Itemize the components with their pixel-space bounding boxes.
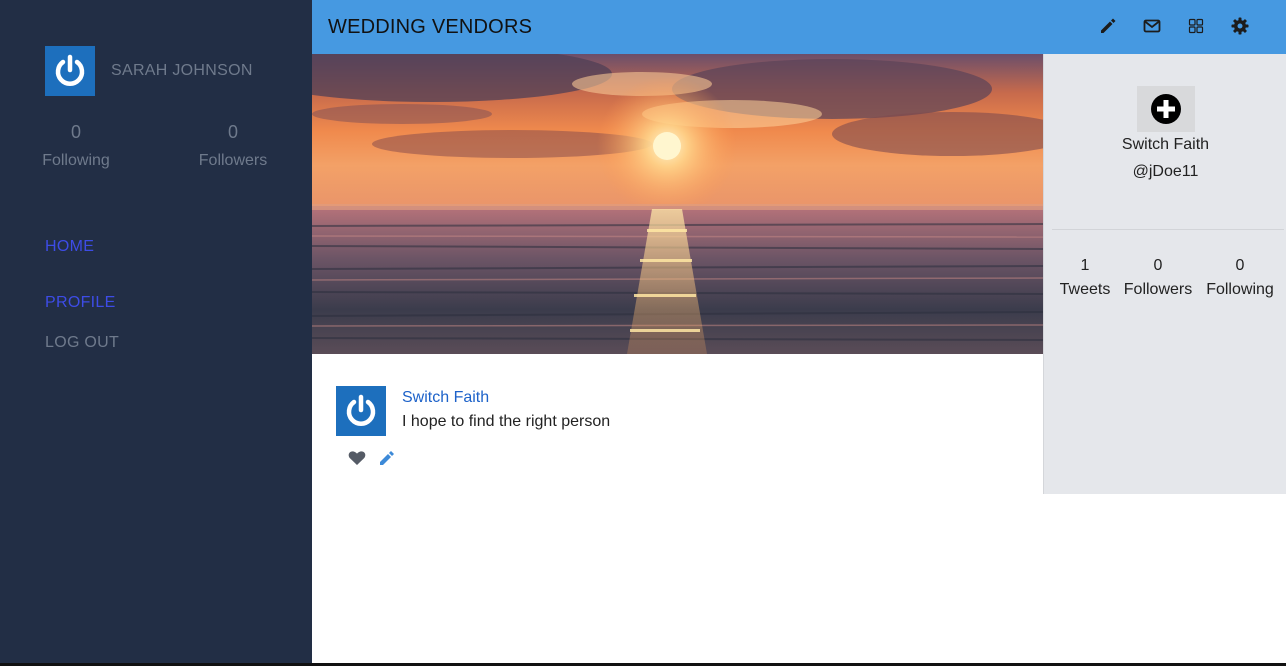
mail-icon[interactable]: [1142, 16, 1162, 36]
sidebar-following-stat[interactable]: 0 Following: [16, 122, 136, 170]
gear-icon[interactable]: [1230, 16, 1250, 36]
nav-logout-link[interactable]: LOG OUT: [45, 334, 119, 352]
followers-count: 0: [227, 122, 238, 142]
grid-icon[interactable]: [1186, 16, 1206, 36]
top-bar: WEDDING VENDORS: [312, 0, 1286, 54]
cover-banner-image: [312, 54, 1043, 354]
tweets-label: Tweets: [1059, 281, 1111, 298]
profile-following-stat[interactable]: 0 Following: [1204, 257, 1276, 299]
power-icon: [55, 54, 85, 86]
profile-summary-panel: Switch Faith @jDoe11 1 Tweets 0 Follower…: [1043, 54, 1286, 494]
following-count: 0: [70, 122, 81, 142]
plus-circle-icon: [1151, 94, 1181, 124]
sunset-image: [312, 54, 1043, 354]
tweet-author-link[interactable]: Switch Faith: [402, 389, 489, 407]
sidebar-followers-stat[interactable]: 0 Followers: [173, 122, 293, 170]
user-avatar[interactable]: [45, 46, 95, 96]
profile-handle: @jDoe11: [1132, 163, 1199, 180]
divider: [1052, 229, 1284, 230]
sidebar-username: SARAH JOHNSON: [111, 62, 253, 79]
pencil-icon[interactable]: [1098, 16, 1118, 36]
page-title: WEDDING VENDORS: [328, 16, 533, 38]
profile-followers-stat[interactable]: 0 Followers: [1122, 257, 1194, 299]
nav-home-link[interactable]: HOME: [45, 238, 94, 256]
add-photo-button[interactable]: [1137, 86, 1195, 132]
tweets-count: 1: [1080, 257, 1090, 274]
profile-following-count: 0: [1235, 257, 1245, 274]
tweet-author-avatar[interactable]: [336, 386, 386, 436]
heart-icon[interactable]: [348, 450, 366, 466]
pencil-icon[interactable]: [378, 450, 395, 467]
following-label: Following: [42, 152, 110, 169]
profile-followers-count: 0: [1153, 257, 1163, 274]
tweet-text: I hope to find the right person: [402, 413, 611, 430]
followers-label: Followers: [198, 152, 268, 169]
profile-tweets-stat[interactable]: 1 Tweets: [1057, 257, 1113, 299]
profile-followers-label: Followers: [1123, 281, 1193, 298]
power-icon: [346, 394, 376, 426]
sidebar: SARAH JOHNSON 0 Following 0 Followers HO…: [0, 0, 312, 663]
profile-following-label: Following: [1206, 281, 1274, 298]
nav-profile-link[interactable]: PROFILE: [45, 294, 116, 312]
profile-name: Switch Faith: [1121, 136, 1210, 153]
